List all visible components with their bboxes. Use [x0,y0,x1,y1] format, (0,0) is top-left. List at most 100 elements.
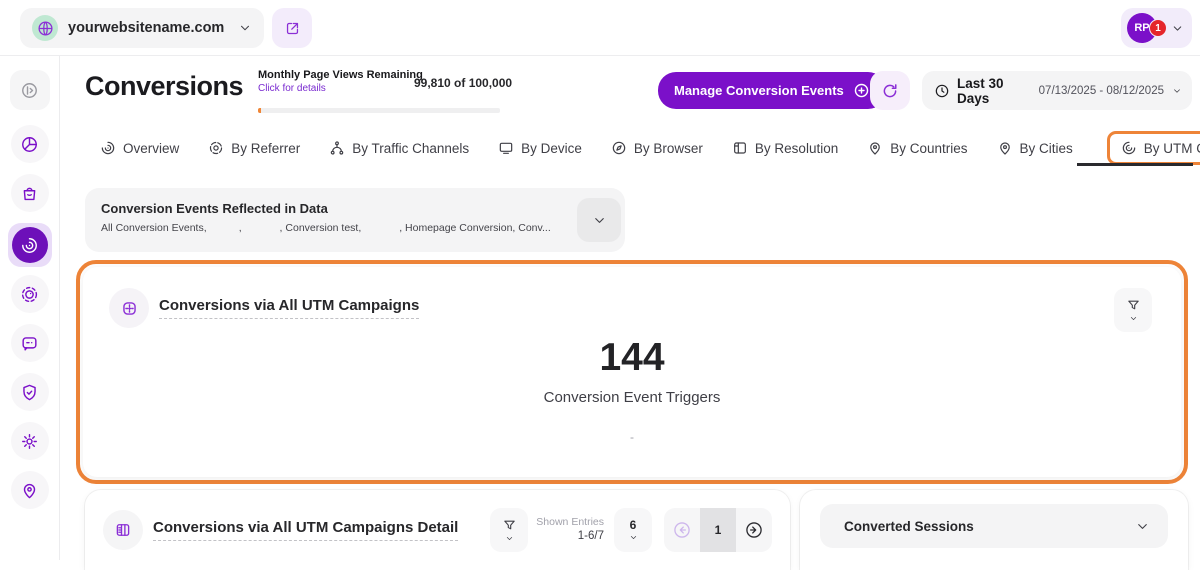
window-icon [732,140,748,156]
shown-entries: Shown Entries 1-6/7 [536,515,604,545]
utm-campaigns-detail-card: Conversions via All UTM Campaigns Detail… [85,490,790,570]
converted-sessions-card: Converted Sessions [800,490,1188,570]
sidebar-item-feedback[interactable] [11,324,49,362]
website-selector[interactable]: yourwebsitename.com [20,8,264,48]
shown-entries-value: 1-6/7 [536,529,604,545]
tab-label: By Traffic Channels [352,141,469,156]
tab-label: Overview [123,141,179,156]
chat-bubble-icon [20,334,39,353]
shopping-bag-icon [20,184,39,203]
sidebar-item-conversions[interactable] [8,223,52,267]
sidebar-item-session-recordings[interactable] [11,275,49,313]
account-menu[interactable]: RP 1 [1121,8,1192,48]
map-pin-icon [867,140,883,156]
chevron-down-icon [592,213,607,228]
current-page[interactable]: 1 [700,508,736,552]
map-pin-icon [20,481,39,500]
events-panel-summary: All Conversion Events, , , Conversion te… [101,222,609,234]
utm-campaigns-card-highlight: Conversions via All UTM Campaigns 144 Co… [76,260,1188,484]
sidebar-item-ecommerce[interactable] [11,174,49,212]
sidebar-item-privacy[interactable] [11,373,49,411]
quota-progress-fill [258,108,261,113]
conversion-count-label: Conversion Event Triggers [109,389,1155,406]
tab-by-countries[interactable]: By Countries [867,140,967,156]
tab-by-resolution[interactable]: By Resolution [732,140,838,156]
card-title: Conversions via All UTM Campaigns [159,297,419,319]
refresh-button[interactable] [870,71,910,110]
pie-chart-icon [20,135,39,154]
open-website-button[interactable] [272,8,312,48]
next-page-button[interactable] [736,508,772,552]
tab-label: By Device [521,141,582,156]
gear-icon [20,432,39,451]
period-range: 07/13/2025 - 08/12/2025 [1039,85,1164,97]
website-name: yourwebsitename.com [68,20,228,36]
chevron-down-icon [238,21,252,35]
manage-conversion-events-button[interactable]: Manage Conversion Events [658,72,886,109]
tab-by-cities[interactable]: By Cities [997,140,1073,156]
expand-events-button[interactable] [577,198,621,242]
funnel-icon [502,518,517,533]
report-tabs: Overview By Referrer By Traffic Channels… [60,128,1200,168]
active-tab-indicator [1077,163,1193,166]
tab-by-referrer[interactable]: By Referrer [208,140,300,156]
conversion-count: 144 [109,336,1155,380]
tab-by-device[interactable]: By Device [498,140,582,156]
page-size-value: 6 [630,518,637,532]
tab-label: By Cities [1020,141,1073,156]
pagination: 1 [664,508,772,552]
sidebar-toggle-button[interactable] [10,70,50,110]
converted-sessions-dropdown[interactable]: Converted Sessions [820,504,1168,548]
tab-by-traffic-channels[interactable]: By Traffic Channels [329,140,469,156]
arrow-left-circle-icon [672,520,692,540]
main-content: Conversions Monthly Page Views Remaining… [60,56,1200,560]
sidebar-nav [0,56,60,560]
page-size-selector[interactable]: 6 [614,508,652,552]
utm-campaigns-card: Conversions via All UTM Campaigns 144 Co… [83,267,1181,477]
date-range-picker[interactable]: Last 30 Days 07/13/2025 - 08/12/2025 [922,71,1192,110]
tab-label: By Countries [890,141,967,156]
events-panel-title: Conversion Events Reflected in Data [101,201,609,216]
tab-label: By Browser [634,141,703,156]
arrow-right-circle-icon [744,520,764,540]
quota-value: 99,810 of 100,000 [414,76,512,90]
chevron-down-icon [1135,519,1150,534]
chevron-down-icon [1129,314,1138,323]
website-globe-icon [32,15,58,41]
compass-icon [611,140,627,156]
notification-badge: 1 [1149,19,1167,37]
chevron-down-icon [505,534,514,543]
sidebar-item-locations[interactable] [11,471,49,509]
conversion-events-panel: Conversion Events Reflected in Data All … [85,188,625,252]
previous-page-button[interactable] [664,508,700,552]
sidebar-item-dashboard[interactable] [11,125,49,163]
top-bar: yourwebsitename.com RP 1 [0,0,1200,56]
tab-label: By UTM Campaign [1144,141,1200,156]
detail-card-title: Conversions via All UTM Campaigns Detail [153,519,458,541]
conversion-sub-value: - [109,430,1155,444]
dropdown-selected-value: Converted Sessions [844,519,974,534]
shown-entries-label: Shown Entries [536,515,604,529]
map-pin-icon [997,140,1013,156]
funnel-icon [1126,298,1141,313]
detail-filter-button[interactable] [490,508,528,552]
lens-icon [20,285,39,304]
tab-by-browser[interactable]: By Browser [611,140,703,156]
filter-button[interactable] [1114,288,1152,332]
referrer-icon [208,140,224,156]
tab-overview[interactable]: Overview [100,140,179,156]
chevron-down-icon [1171,22,1184,35]
refresh-icon [881,82,899,100]
page-views-quota: Monthly Page Views Remaining Click for d… [258,69,504,94]
spiral-icon [12,227,48,263]
sidebar-item-settings[interactable] [11,422,49,460]
utm-spiral-icon [1121,140,1137,156]
panel-arrow-icon [20,81,39,100]
tab-by-utm-campaign[interactable]: By UTM Campaign [1107,131,1200,165]
spiral-icon [100,140,116,156]
network-icon [329,140,345,156]
chevron-down-icon [629,533,638,542]
tab-label: By Referrer [231,141,300,156]
shield-check-icon [20,383,39,402]
page-title: Conversions [85,71,243,102]
